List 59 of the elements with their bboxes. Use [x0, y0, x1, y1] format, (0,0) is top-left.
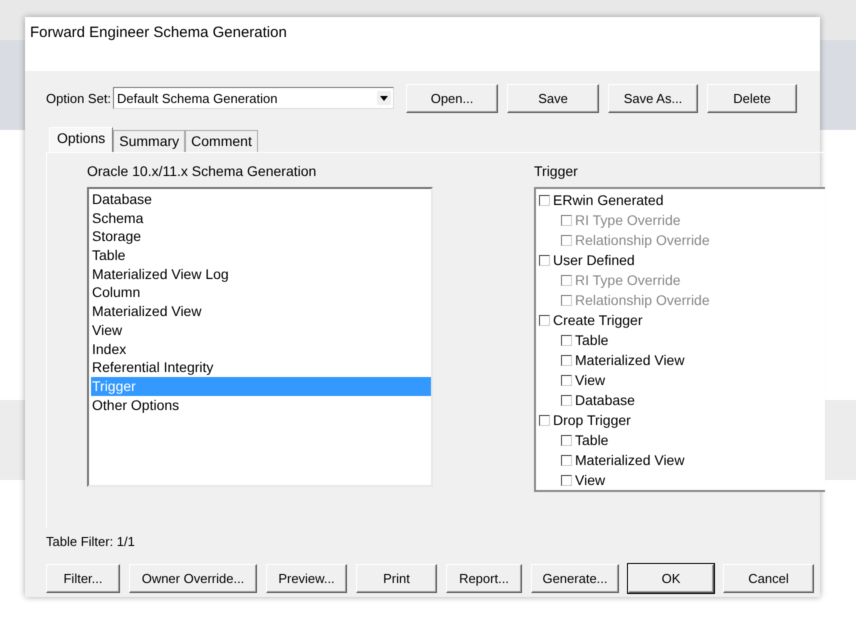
checkbox[interactable] — [561, 394, 572, 406]
option-label: RI Type Override — [575, 272, 681, 288]
checkbox[interactable] — [539, 414, 550, 426]
list-item[interactable]: Column — [91, 283, 431, 302]
list-item[interactable]: Table — [91, 246, 431, 265]
list-item[interactable]: Index — [91, 340, 431, 358]
dialog-button[interactable]: Preview... — [266, 564, 347, 593]
checkbox[interactable] — [539, 254, 550, 266]
option-label: Create Trigger — [553, 312, 642, 328]
option-label: RI Type Override — [575, 212, 681, 228]
list-item[interactable]: View — [91, 320, 431, 340]
dialog-button[interactable]: Filter... — [46, 564, 120, 593]
option-label: Table — [575, 432, 608, 448]
checkbox[interactable] — [561, 474, 572, 486]
window-title: Forward Engineer Schema Generation — [25, 17, 820, 71]
option-label: ERwin Generated — [553, 192, 664, 208]
checkbox[interactable] — [539, 194, 550, 206]
option-label: Relationship Override — [575, 232, 710, 248]
dialog-button[interactable]: Save — [507, 84, 600, 112]
dialog-button[interactable]: Cancel — [723, 564, 814, 593]
checkbox[interactable] — [561, 434, 572, 446]
option-label: Drop Trigger — [553, 412, 631, 428]
option-label: Materialized View — [575, 352, 684, 368]
checkbox[interactable] — [561, 454, 572, 466]
checkbox[interactable] — [561, 354, 572, 366]
section-title: Trigger — [534, 163, 579, 181]
dialog-button[interactable]: Owner Override... — [129, 564, 257, 593]
option-label: Relationship Override — [575, 292, 710, 308]
dialog-button[interactable]: Save As... — [608, 84, 698, 112]
dialog-button[interactable]: OK — [628, 564, 714, 593]
option-set-dropdown[interactable]: Default Schema Generation — [113, 87, 394, 109]
list-item[interactable]: Schema — [91, 208, 431, 228]
dialog-button[interactable]: Open... — [406, 84, 498, 112]
checkbox[interactable] — [539, 314, 550, 326]
option-label: View — [575, 472, 606, 488]
dropdown-caret-icon — [377, 91, 392, 105]
section-title: Oracle 10.x/11.x Schema Generation — [87, 163, 318, 181]
table-filter-status: Table Filter: 1/1 — [46, 534, 136, 551]
list-item[interactable]: Storage — [91, 227, 431, 246]
checkbox[interactable] — [561, 374, 572, 386]
list-item[interactable]: Database — [91, 190, 431, 209]
option-set-label: Option Set: — [46, 90, 112, 106]
option-label: Database — [575, 392, 635, 408]
tab[interactable]: Options — [49, 127, 114, 152]
list-item[interactable]: Other Options — [91, 396, 431, 414]
checkbox[interactable] — [561, 334, 572, 346]
list-item[interactable]: Materialized View — [91, 302, 431, 321]
tab[interactable]: Comment — [185, 130, 258, 152]
list-item[interactable]: Referential Integrity — [91, 358, 431, 377]
option-label: Table — [575, 332, 608, 348]
list-item[interactable]: Materialized View Log — [91, 264, 431, 284]
option-label: View — [575, 372, 606, 388]
option-label: User Defined — [553, 252, 635, 268]
dialog-button[interactable]: Report... — [446, 564, 522, 593]
dialog-button[interactable]: Generate... — [531, 564, 619, 593]
option-label: Materialized View — [575, 452, 684, 468]
dialog-button[interactable]: Print — [356, 564, 437, 593]
dialog-button[interactable]: Delete — [707, 84, 798, 112]
tab[interactable]: Summary — [113, 130, 186, 152]
